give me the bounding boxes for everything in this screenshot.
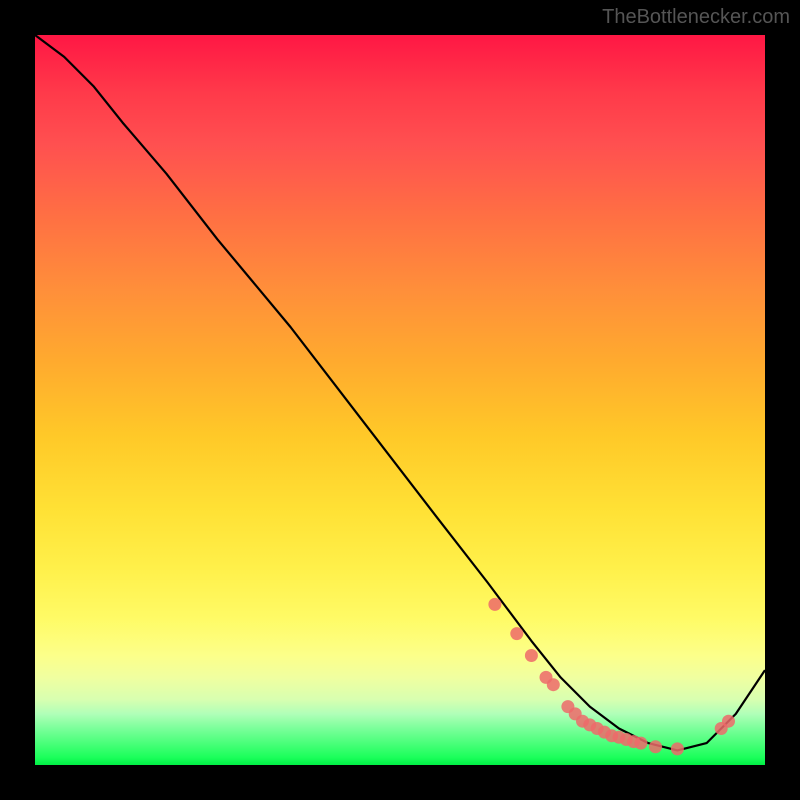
chart-svg bbox=[35, 35, 765, 765]
curve-line bbox=[35, 35, 765, 750]
watermark: TheBottlenecker.com bbox=[602, 6, 790, 29]
chart-plot-area bbox=[35, 35, 765, 765]
curve-markers bbox=[488, 598, 735, 756]
